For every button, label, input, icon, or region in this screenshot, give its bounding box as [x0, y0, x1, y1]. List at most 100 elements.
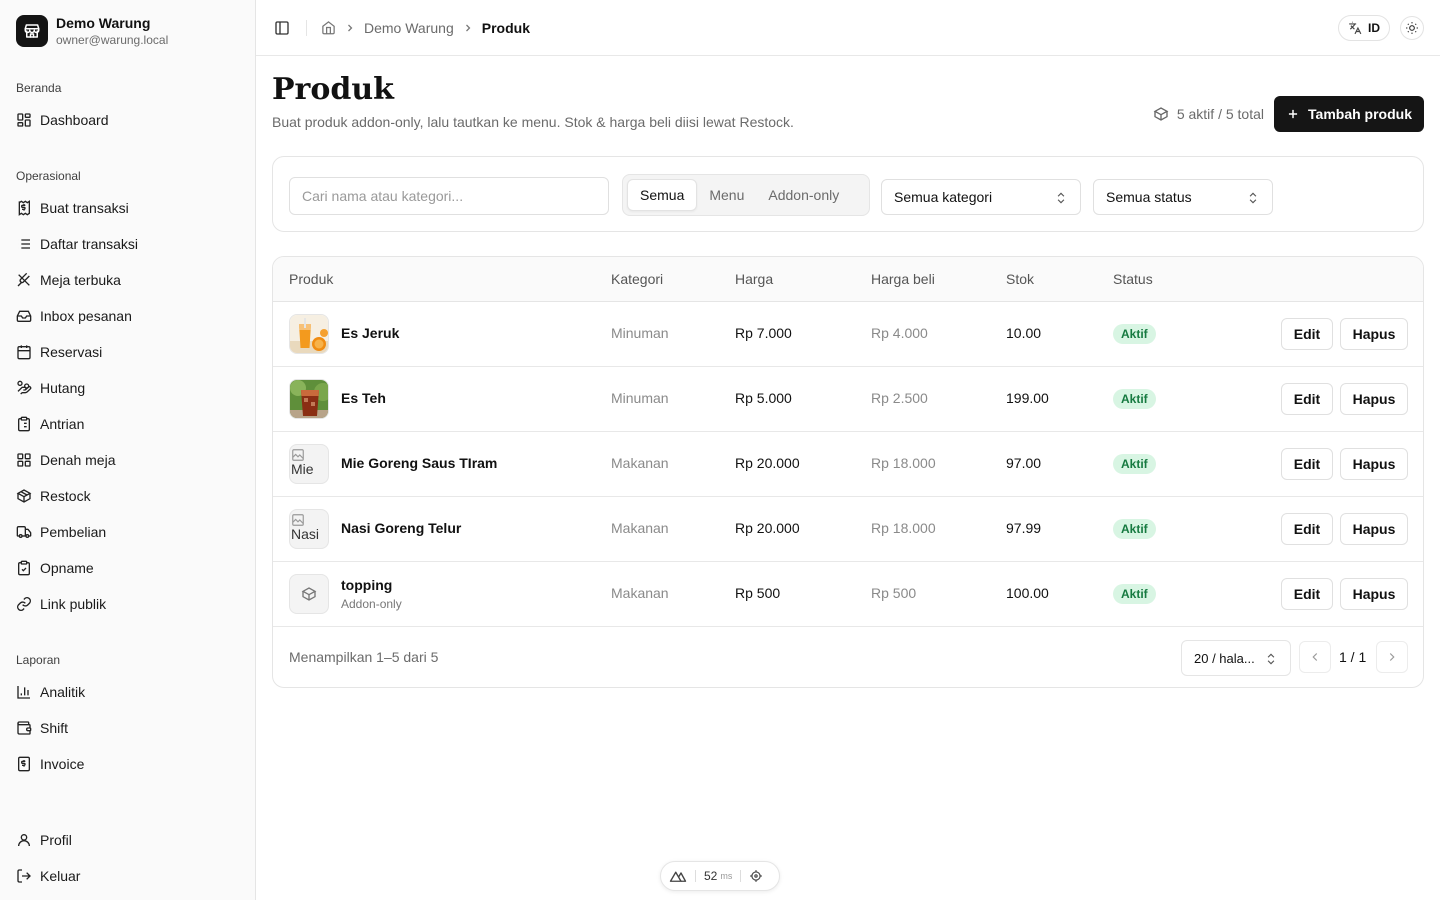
product-thumbnail: [289, 314, 329, 354]
package-icon: [1153, 107, 1169, 121]
status-select-value: Semua status: [1106, 189, 1192, 205]
page-size-select[interactable]: 20 / hala...: [1181, 640, 1291, 676]
inbox-icon: [16, 310, 32, 322]
sidebar-item-daftar-transaksi[interactable]: Daftar transaksi: [0, 226, 256, 262]
sidebar-item-invoice[interactable]: Invoice: [0, 746, 256, 782]
product-category: Makanan: [611, 520, 669, 536]
sidebar-item-label: Meja terbuka: [40, 272, 121, 288]
chevrons-up-down-icon: [1057, 192, 1065, 204]
sidebar-item-profil[interactable]: Profil: [0, 822, 256, 858]
sidebar-item-antrian[interactable]: Antrian: [0, 406, 256, 442]
column-header-produk: Produk: [289, 271, 334, 287]
sidebar-item-keluar[interactable]: Keluar: [0, 858, 256, 894]
sidebar-item-label: Denah meja: [40, 452, 116, 468]
edit-button[interactable]: Edit: [1281, 448, 1333, 480]
sidebar-item-analitik[interactable]: Analitik: [0, 674, 256, 710]
edit-button[interactable]: Edit: [1281, 513, 1333, 545]
sidebar-item-label: Restock: [40, 488, 91, 504]
home-icon[interactable]: [321, 20, 336, 35]
product-stock: 100.00: [1006, 585, 1049, 601]
product-category: Minuman: [611, 325, 669, 341]
user-icon: [18, 834, 30, 847]
sidebar-item-link-publik[interactable]: Link publik: [0, 586, 256, 622]
sidebar-toggle-icon[interactable]: [274, 20, 290, 36]
pagination-summary: Menampilkan 1–5 dari 5: [289, 649, 439, 665]
breadcrumb: Demo Warung Produk: [321, 20, 530, 36]
clipboard-check-icon: [18, 560, 30, 576]
segment-addon-only[interactable]: Addon-only: [756, 179, 851, 211]
status-badge: Aktif: [1113, 324, 1156, 344]
products-table: Produk Kategori Harga Harga beli Stok St…: [272, 256, 1424, 688]
hand-coins-icon: [17, 380, 32, 395]
edit-button[interactable]: Edit: [1281, 383, 1333, 415]
table-row: Mie Mie Goreng Saus TIram Makanan Rp 20.…: [273, 432, 1423, 497]
sidebar-item-label: Profil: [40, 832, 72, 848]
table-footer: Menampilkan 1–5 dari 5 20 / hala... 1 / …: [273, 627, 1423, 687]
sidebar-item-meja-terbuka[interactable]: Meja terbuka: [0, 262, 256, 298]
sidebar-item-pembelian[interactable]: Pembelian: [0, 514, 256, 550]
sidebar-item-opname[interactable]: Opname: [0, 550, 256, 586]
delete-button[interactable]: Hapus: [1340, 578, 1408, 610]
sun-icon: [1406, 22, 1418, 34]
delete-button[interactable]: Hapus: [1340, 448, 1408, 480]
sidebar-item-label: Reservasi: [40, 344, 103, 360]
edit-button[interactable]: Edit: [1281, 578, 1333, 610]
product-category: Makanan: [611, 585, 669, 601]
dev-toolbar[interactable]: 52 ms: [660, 861, 780, 891]
product-category: Makanan: [611, 455, 669, 471]
plus-icon: [1288, 109, 1298, 119]
chevron-right-icon: [1389, 653, 1395, 661]
sidebar-item-reservasi[interactable]: Reservasi: [0, 334, 256, 370]
segment-semua[interactable]: Semua: [627, 179, 698, 211]
layout-grid-icon: [17, 453, 31, 467]
brand[interactable]: Demo Warung owner@warung.local: [16, 14, 168, 48]
delete-button[interactable]: Hapus: [1340, 318, 1408, 350]
product-stock: 199.00: [1006, 390, 1049, 406]
product-name: Es Teh: [341, 390, 386, 406]
nav-group-label: Beranda: [16, 81, 62, 95]
sidebar-item-label: Antrian: [40, 416, 85, 432]
status-badge: Aktif: [1113, 454, 1156, 474]
sidebar-item-restock[interactable]: Restock: [0, 478, 256, 514]
sidebar-item-label: Pembelian: [40, 524, 107, 540]
search-input[interactable]: [289, 177, 609, 215]
delete-button[interactable]: Hapus: [1340, 383, 1408, 415]
nuxt-icon: [669, 871, 687, 882]
product-buy-price: Rp 2.500: [871, 390, 928, 406]
sidebar-item-dashboard[interactable]: Dashboard: [0, 102, 256, 138]
page-size-value: 20 / hala...: [1194, 650, 1255, 666]
brand-email: owner@warung.local: [56, 33, 169, 47]
nav-group-laporan: Laporan Analitik Shift Invoice: [0, 650, 256, 782]
segment-menu[interactable]: Menu: [697, 179, 756, 211]
utensils-icon: [17, 272, 30, 287]
add-product-label: Tambah produk: [1308, 106, 1412, 122]
sidebar-item-inbox-pesanan[interactable]: Inbox pesanan: [0, 298, 256, 334]
status-select[interactable]: Semua status: [1093, 179, 1273, 215]
edit-button[interactable]: Edit: [1281, 318, 1333, 350]
sidebar-item-shift[interactable]: Shift: [0, 710, 256, 746]
breadcrumb-current: Produk: [481, 19, 530, 36]
language-switch[interactable]: ID: [1338, 15, 1390, 41]
product-price: Rp 20.000: [735, 520, 800, 536]
chevron-left-icon: [1312, 653, 1318, 661]
sidebar-item-hutang[interactable]: Hutang: [0, 370, 256, 406]
page-title: Produk: [272, 72, 394, 107]
product-price: Rp 7.000: [735, 325, 792, 341]
sidebar-item-label: Invoice: [40, 756, 85, 772]
add-product-button[interactable]: Tambah produk: [1274, 96, 1424, 132]
chevrons-up-down-icon: [1249, 192, 1257, 204]
sidebar-item-buat-transaksi[interactable]: Buat transaksi: [0, 190, 256, 226]
status-badge: Aktif: [1113, 519, 1156, 539]
chevron-right-icon: [465, 24, 471, 31]
theme-toggle[interactable]: [1400, 16, 1424, 40]
delete-button[interactable]: Hapus: [1340, 513, 1408, 545]
sidebar-item-denah-meja[interactable]: Denah meja: [0, 442, 256, 478]
previous-page-button[interactable]: [1299, 641, 1331, 673]
next-page-button[interactable]: [1376, 641, 1408, 673]
category-select[interactable]: Semua kategori: [881, 179, 1081, 215]
sidebar-scroll-fade: [0, 812, 255, 822]
product-price: Rp 500: [735, 585, 781, 601]
product-count-text: 5 aktif / 5 total: [1176, 106, 1264, 122]
store-icon: [16, 15, 48, 47]
breadcrumb-item[interactable]: Demo Warung: [364, 20, 454, 36]
